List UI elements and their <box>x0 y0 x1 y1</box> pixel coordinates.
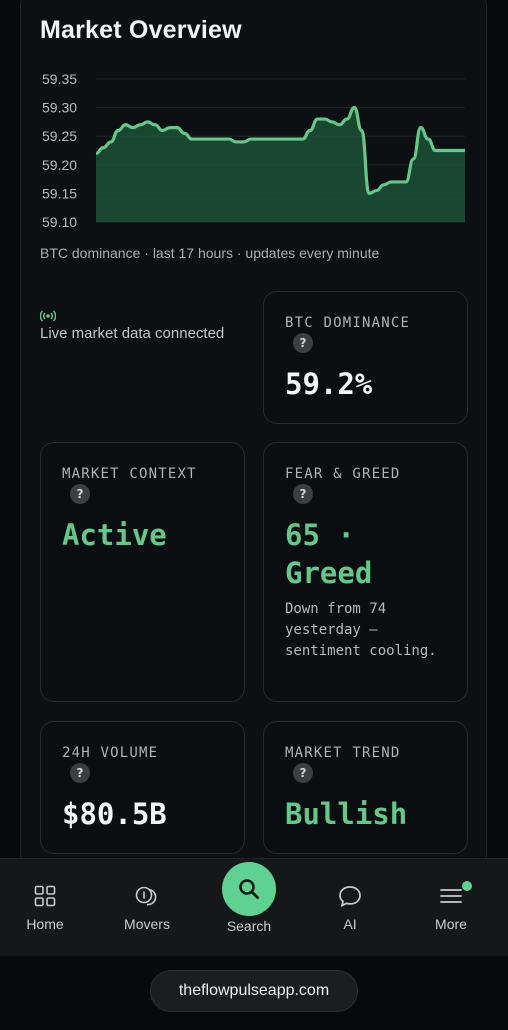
y-tick-label: 59.15 <box>42 185 77 201</box>
help-icon[interactable]: ? <box>70 484 90 504</box>
live-status: Live market data connected <box>40 309 260 342</box>
nav-home[interactable]: Home <box>5 859 85 957</box>
card-label: 24H VOLUME <box>62 745 159 761</box>
search-icon <box>239 879 259 899</box>
notification-dot <box>462 881 472 891</box>
nav-home-label: Home <box>26 916 64 932</box>
card-value: 59.2% <box>285 367 373 401</box>
card-label: MARKET CONTEXT <box>62 466 197 482</box>
market-context-card: MARKET CONTEXT ? Active <box>40 442 245 702</box>
card-value: Bullish <box>285 797 408 831</box>
card-label: FEAR & GREED <box>285 466 401 482</box>
btc-dominance-chart: 59.35 59.30 59.25 59.20 59.15 59.10 <box>30 62 480 234</box>
y-tick-label: 59.20 <box>42 157 77 173</box>
live-status-text: Live market data connected <box>40 325 225 342</box>
volume-card: 24H VOLUME ? $80.5B <box>40 721 245 854</box>
chart-caption: BTC dominance · last 17 hours · updates … <box>40 245 380 261</box>
grid-icon <box>34 885 56 907</box>
broadcast-icon <box>40 310 56 322</box>
help-icon[interactable]: ? <box>293 484 313 504</box>
nav-movers-label: Movers <box>124 916 170 932</box>
help-icon[interactable]: ? <box>293 763 313 783</box>
card-value-line1: 65 · <box>285 518 355 552</box>
nav-ai-label: AI <box>343 916 357 932</box>
y-tick-label: 59.30 <box>42 100 77 116</box>
chart-svg: 59.35 59.30 59.25 59.20 59.15 59.10 <box>42 71 465 230</box>
card-note: Down from 74 yesterday — sentiment cooli… <box>285 601 437 659</box>
card-label: BTC DOMINANCE <box>285 315 411 331</box>
nav-more[interactable]: More <box>411 859 491 957</box>
card-value: $80.5B <box>62 797 167 831</box>
menu-icon <box>440 889 462 903</box>
nav-movers[interactable]: Movers <box>107 859 187 957</box>
y-tick-label: 59.10 <box>42 214 77 230</box>
nav-ai[interactable]: AI <box>310 859 390 957</box>
card-value-line2: Greed <box>285 556 373 590</box>
y-tick-label: 59.35 <box>42 71 77 87</box>
nav-search-label: Search <box>226 918 272 934</box>
chat-bubble-icon <box>339 886 361 907</box>
nav-search-button[interactable] <box>222 862 276 916</box>
nav-more-label: More <box>435 916 467 932</box>
help-icon[interactable]: ? <box>70 763 90 783</box>
help-icon[interactable]: ? <box>293 333 313 353</box>
fear-greed-card: FEAR & GREED ? 65 · Greed Down from 74 y… <box>263 442 468 702</box>
browser-url-bar[interactable]: theflowpulseapp.com <box>150 970 358 1012</box>
y-tick-label: 59.25 <box>42 128 77 144</box>
page-title: Market Overview <box>40 16 242 44</box>
market-trend-card: MARKET TREND ? Bullish <box>263 721 468 854</box>
card-label: MARKET TREND <box>285 745 401 761</box>
coins-icon <box>135 886 157 906</box>
btc-dominance-card: BTC DOMINANCE ? 59.2% <box>263 291 468 424</box>
card-value: Active <box>62 518 167 552</box>
